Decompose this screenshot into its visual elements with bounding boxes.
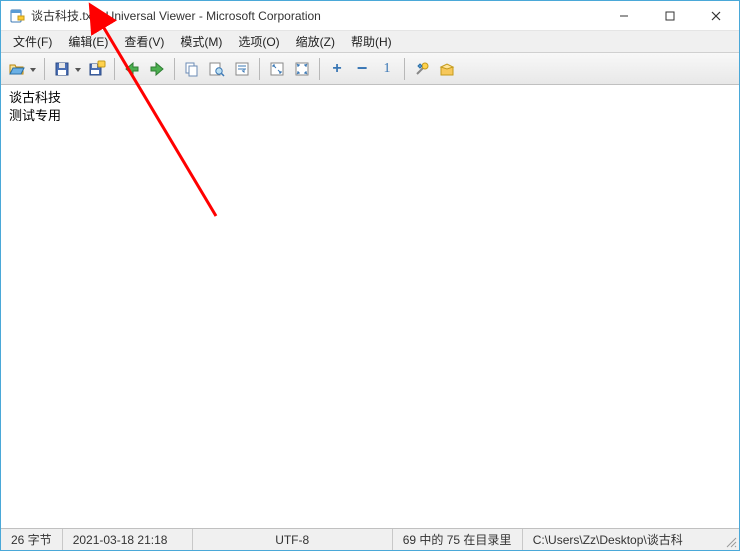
copy-button[interactable] — [180, 57, 204, 81]
fit-window-button[interactable] — [265, 57, 289, 81]
app-window: 谈古科技.txt - Universal Viewer - Microsoft … — [0, 0, 740, 551]
menu-options[interactable]: 选项(O) — [230, 31, 287, 52]
menu-edit[interactable]: 编辑(E) — [60, 31, 116, 52]
open-button[interactable] — [5, 57, 39, 81]
menu-file[interactable]: 文件(F) — [5, 31, 60, 52]
minimize-button[interactable] — [601, 1, 647, 31]
back-button[interactable] — [120, 57, 144, 81]
saveas-button[interactable] — [85, 57, 109, 81]
statusbar: 26 字节 2021-03-18 21:18 UTF-8 69 中的 75 在目… — [1, 528, 739, 550]
menubar: 文件(F) 编辑(E) 查看(V) 模式(M) 选项(O) 缩放(Z) 帮助(H… — [1, 31, 739, 53]
separator — [404, 58, 405, 80]
package-button[interactable] — [435, 57, 459, 81]
titlebar: 谈古科技.txt - Universal Viewer - Microsoft … — [1, 1, 739, 31]
wrap-button[interactable] — [230, 57, 254, 81]
status-date: 2021-03-18 21:18 — [63, 529, 193, 550]
maximize-button[interactable] — [647, 1, 693, 31]
forward-button[interactable] — [145, 57, 169, 81]
status-size: 26 字节 — [1, 529, 63, 550]
separator — [44, 58, 45, 80]
menu-zoom[interactable]: 缩放(Z) — [288, 31, 343, 52]
separator — [259, 58, 260, 80]
toolbar: + − 1 — [1, 53, 739, 85]
zoom-out-button[interactable]: − — [350, 57, 374, 81]
menu-help[interactable]: 帮助(H) — [343, 31, 400, 52]
status-path: C:\Users\Zz\Desktop\谈古科 — [523, 529, 723, 550]
separator — [174, 58, 175, 80]
zoom-reset-button[interactable]: 1 — [375, 57, 399, 81]
zoom-in-button[interactable]: + — [325, 57, 349, 81]
fullscreen-button[interactable] — [290, 57, 314, 81]
window-title: 谈古科技.txt - Universal Viewer - Microsoft … — [31, 7, 601, 24]
text-viewport[interactable]: 谈古科技 测试专用 — [1, 85, 739, 528]
save-button[interactable] — [50, 57, 84, 81]
tools-button[interactable] — [410, 57, 434, 81]
status-position: 69 中的 75 在目录里 — [393, 529, 523, 550]
text-line: 测试专用 — [9, 107, 731, 125]
status-encoding: UTF-8 — [193, 529, 393, 550]
close-button[interactable] — [693, 1, 739, 31]
find-button[interactable] — [205, 57, 229, 81]
resize-grip[interactable] — [723, 529, 739, 550]
text-line: 谈古科技 — [9, 89, 731, 107]
menu-mode[interactable]: 模式(M) — [172, 31, 230, 52]
menu-view[interactable]: 查看(V) — [116, 31, 172, 52]
separator — [319, 58, 320, 80]
app-icon — [9, 8, 25, 24]
window-controls — [601, 1, 739, 31]
separator — [114, 58, 115, 80]
